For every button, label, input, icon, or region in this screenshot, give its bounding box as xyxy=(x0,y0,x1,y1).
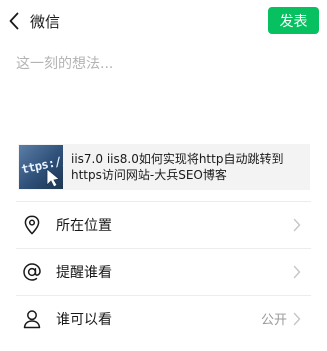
shared-link-title: iis7.0 iis8.0如何实现将http自动跳转到https访问网站-大兵S… xyxy=(71,152,284,182)
visibility-row[interactable]: 谁可以看 公开 xyxy=(0,295,327,342)
location-pin-icon xyxy=(22,214,42,235)
location-row[interactable]: 所在位置 xyxy=(0,201,327,248)
mention-label: 提醒谁看 xyxy=(56,264,112,281)
cursor-icon xyxy=(46,168,60,188)
page-title: 微信 xyxy=(30,13,61,31)
location-label: 所在位置 xyxy=(56,217,112,234)
shared-link-card[interactable]: ttps://w iis7.0 iis8.0如何实现将http自动跳转到http… xyxy=(18,144,310,190)
compose-input[interactable] xyxy=(16,53,311,133)
at-sign-icon xyxy=(22,262,42,282)
mention-row[interactable]: 提醒谁看 xyxy=(0,248,327,295)
chevron-right-icon xyxy=(293,311,303,327)
back-button[interactable] xyxy=(4,7,24,35)
chevron-right-icon xyxy=(293,264,303,280)
visibility-value: 公开 xyxy=(260,313,287,328)
person-icon xyxy=(22,309,42,329)
visibility-label: 谁可以看 xyxy=(56,311,112,328)
chevron-right-icon xyxy=(293,217,303,233)
options-list: 所在位置 提醒谁看 谁可以看 公开 xyxy=(0,201,327,342)
link-thumbnail: ttps://w xyxy=(19,145,63,189)
publish-button[interactable]: 发表 xyxy=(268,7,319,34)
chevron-left-icon xyxy=(9,12,19,30)
top-bar: 微信 发表 xyxy=(0,0,327,44)
